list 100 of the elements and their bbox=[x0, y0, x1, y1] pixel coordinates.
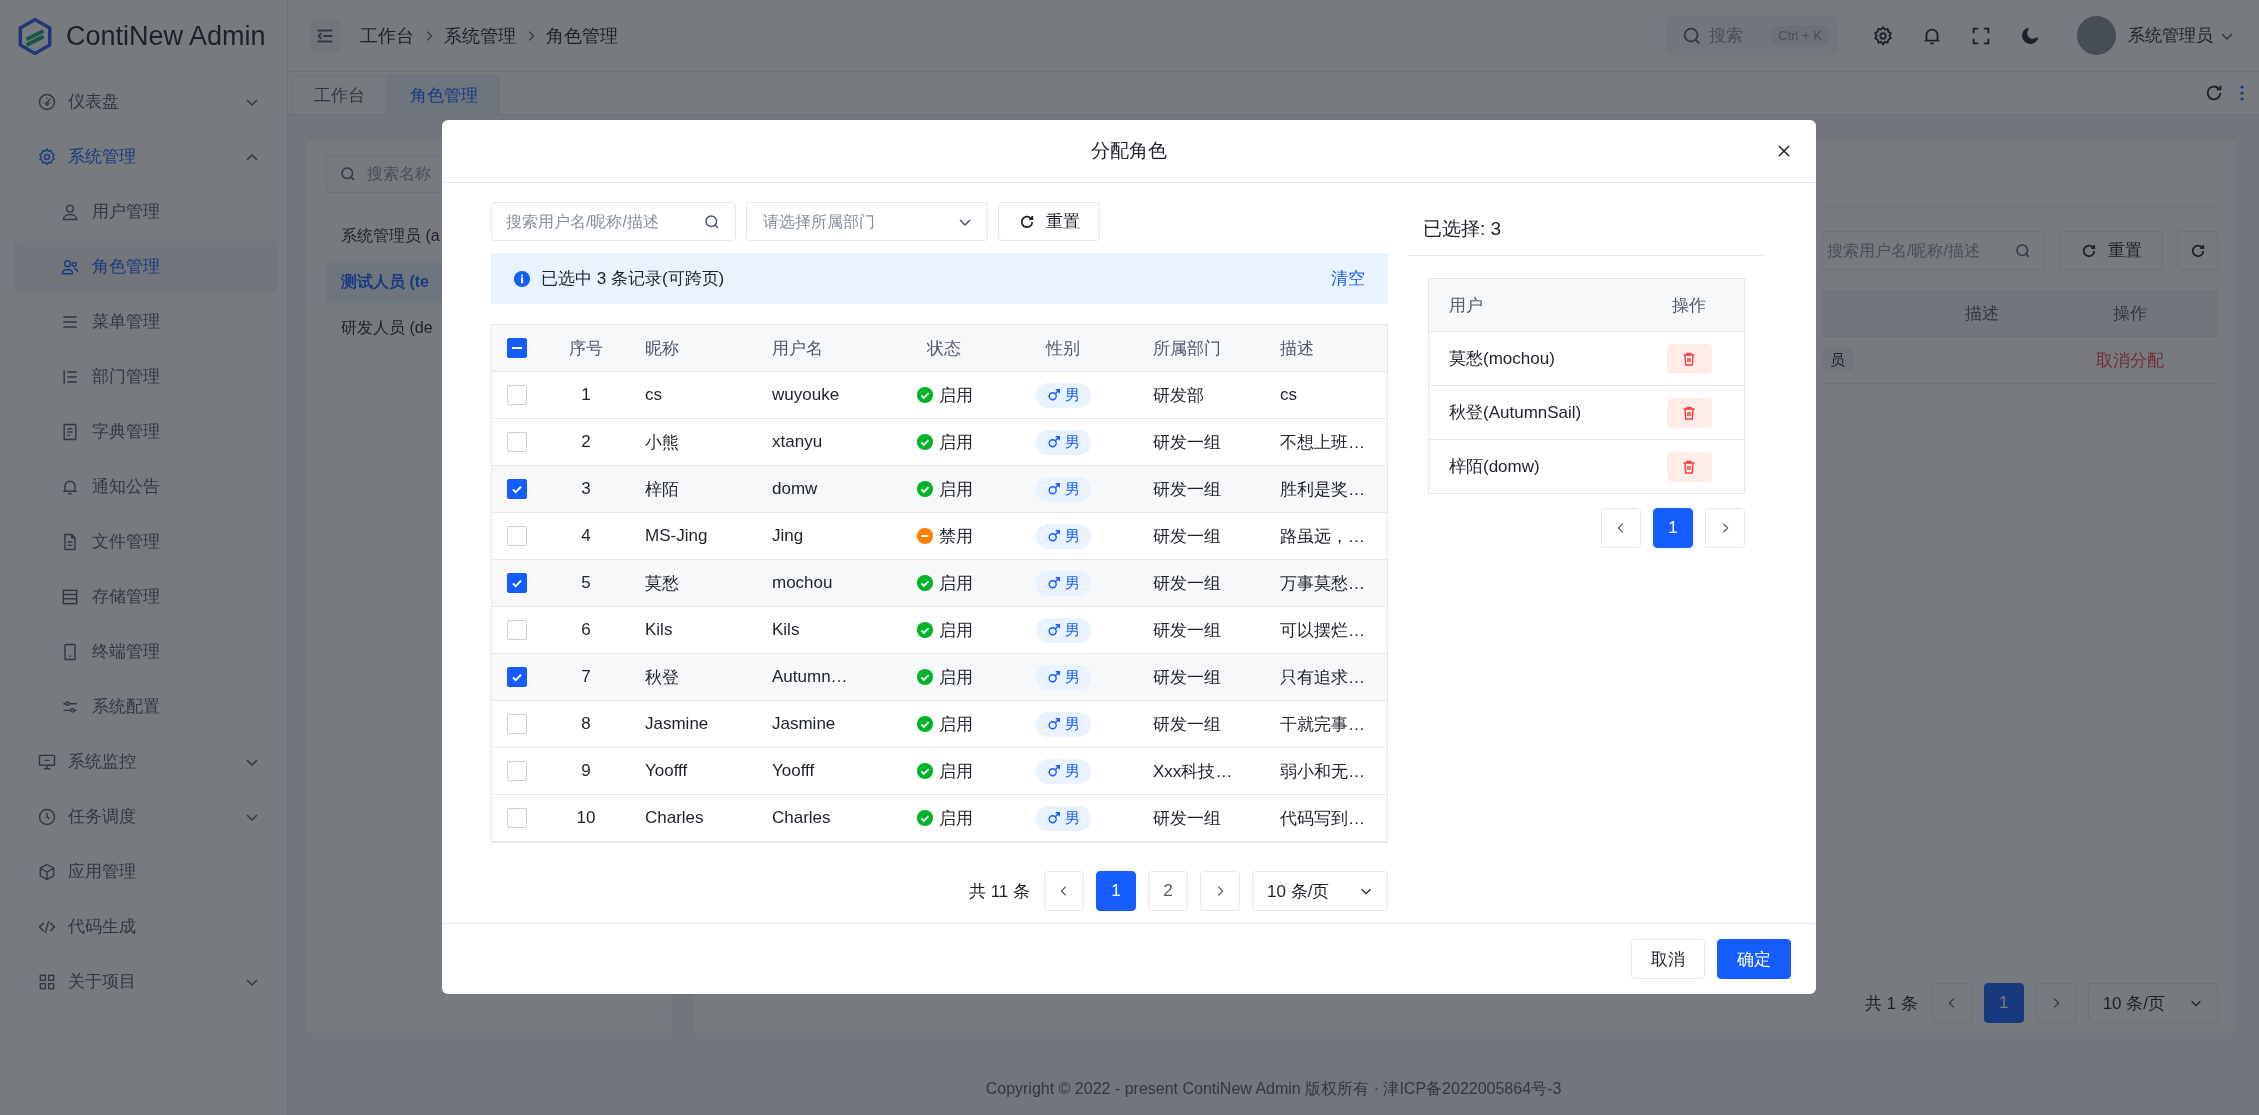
breadcrumb-item[interactable]: 系统管理 bbox=[444, 23, 516, 48]
check-circle-icon bbox=[915, 715, 934, 733]
table-cell-text: 8 bbox=[580, 714, 592, 734]
page-button[interactable]: 1 bbox=[1096, 871, 1136, 911]
table-row[interactable]: 9 Yoofff Yoofff 启用 男 Xxx科技… 弱小和无… bbox=[492, 748, 1387, 795]
total-count: 共 11 条 bbox=[968, 880, 1030, 903]
page-size-select[interactable]: 10 条/页 bbox=[1252, 871, 1388, 911]
table-cell-text: wuyouke bbox=[771, 385, 841, 405]
column-header: 用户名 bbox=[771, 337, 824, 360]
table-row[interactable]: 7 秋登 Autumn… 启用 男 研发一组 只有追求… bbox=[492, 654, 1387, 701]
table-cell-text: domw bbox=[771, 479, 819, 499]
search-field[interactable]: 搜索用户名/昵称/描述 bbox=[491, 202, 736, 241]
table-row[interactable]: 8 Jasmine Jasmine 启用 男 研发一组 干就完事… bbox=[492, 701, 1387, 748]
row-checkbox[interactable] bbox=[506, 667, 527, 687]
menu-item[interactable]: 存储管理 bbox=[14, 571, 277, 622]
department-select[interactable]: 请选择所属部门 bbox=[746, 202, 988, 241]
page-button[interactable]: 2 bbox=[1148, 871, 1188, 911]
cube-icon bbox=[37, 861, 57, 882]
table-row[interactable]: 10 Charles Charles 启用 男 研发一组 代码写到… bbox=[492, 795, 1387, 841]
settings-icon[interactable] bbox=[1872, 24, 1894, 47]
menu-item[interactable]: 系统监控 bbox=[14, 736, 277, 787]
collapse-button[interactable] bbox=[310, 18, 340, 53]
menu-item[interactable]: 代码生成 bbox=[14, 901, 277, 952]
status-label: 启用 bbox=[938, 619, 973, 642]
reset-button[interactable]: 重置 bbox=[998, 202, 1100, 241]
menu-item[interactable]: 系统配置 bbox=[14, 681, 277, 732]
refresh-button[interactable] bbox=[2177, 231, 2218, 270]
male-icon bbox=[1046, 811, 1061, 825]
unassign-link[interactable]: 取消分配 bbox=[2096, 350, 2164, 370]
table-cell-text: 7 bbox=[580, 667, 592, 687]
table-cell-text: 研发一组 bbox=[1152, 619, 1222, 642]
status-label: 启用 bbox=[938, 478, 973, 501]
row-checkbox[interactable] bbox=[506, 479, 527, 499]
check-circle-icon bbox=[915, 386, 934, 404]
table-cell-text: 秋登 bbox=[644, 666, 680, 689]
confirm-button[interactable]: 确定 bbox=[1717, 939, 1791, 979]
select-all-checkbox[interactable] bbox=[506, 338, 527, 358]
table-cell-text: 莫愁 bbox=[644, 572, 680, 595]
avatar[interactable] bbox=[2077, 16, 2116, 55]
menu-item[interactable]: 仪表盘 bbox=[14, 76, 277, 127]
gender-label: 男 bbox=[1064, 761, 1080, 781]
status-label: 启用 bbox=[938, 572, 973, 595]
table-cell-text: Xxx科技… bbox=[1152, 760, 1234, 783]
menu-item[interactable]: 字典管理 bbox=[14, 406, 277, 457]
column-header: 状态 bbox=[926, 337, 962, 360]
cancel-button[interactable]: 取消 bbox=[1631, 939, 1705, 979]
more-icon[interactable] bbox=[2239, 83, 2245, 103]
trash-icon bbox=[1681, 350, 1697, 367]
menu-item[interactable]: 关于项目 bbox=[14, 956, 277, 1007]
gender-label: 男 bbox=[1064, 667, 1080, 687]
gender-label: 男 bbox=[1064, 808, 1080, 828]
table-cell-text: 干就完事… bbox=[1279, 713, 1366, 736]
table-cell-text: 梓陌 bbox=[644, 478, 680, 501]
table-row[interactable]: 1 cs wuyouke 启用 男 研发部 cs bbox=[492, 372, 1387, 419]
table-cell-text: Yoofff bbox=[771, 761, 816, 781]
menu-item[interactable]: 角色管理 bbox=[14, 241, 277, 292]
reset-button[interactable]: 重置 bbox=[2059, 231, 2164, 270]
column-header: 操作 bbox=[1671, 294, 1707, 317]
page-button[interactable]: 1 bbox=[1983, 983, 2024, 1023]
menu-item[interactable]: 通知公告 bbox=[14, 461, 277, 512]
menu-item[interactable]: 任务调度 bbox=[14, 791, 277, 842]
search-icon bbox=[339, 165, 357, 183]
app-name: ContiNew Admin bbox=[66, 20, 266, 52]
table-cell-text: cs bbox=[644, 385, 663, 405]
delete-button[interactable] bbox=[1666, 451, 1712, 482]
table-cell-text: 弱小和无… bbox=[1279, 760, 1366, 783]
table-cell-text: 研发一组 bbox=[1152, 807, 1222, 830]
gear-icon bbox=[37, 146, 57, 167]
column-header: 所属部门 bbox=[1152, 337, 1222, 360]
tab[interactable]: 角色管理 bbox=[388, 75, 500, 114]
breadcrumb-item[interactable]: 工作台 bbox=[360, 23, 414, 48]
clear-link[interactable]: 清空 bbox=[1331, 267, 1365, 290]
menu-item[interactable]: 终端管理 bbox=[14, 626, 277, 677]
menu-item[interactable]: 文件管理 bbox=[14, 516, 277, 567]
table-cell-text: 万事莫愁… bbox=[1279, 572, 1366, 595]
table-row[interactable]: 3 梓陌 domw 启用 男 研发一组 胜利是奖… bbox=[492, 466, 1387, 513]
menu-item[interactable]: 应用管理 bbox=[14, 846, 277, 897]
row-checkbox[interactable] bbox=[506, 573, 527, 593]
table-cell-text: 只有追求… bbox=[1279, 666, 1366, 689]
delete-button[interactable] bbox=[1666, 343, 1712, 374]
column-header: 性别 bbox=[1044, 337, 1081, 360]
page-button[interactable]: 1 bbox=[1653, 508, 1693, 548]
table-cell-text: 3 bbox=[580, 479, 592, 499]
table-cell-text: 研发部 bbox=[1152, 384, 1205, 407]
search-input[interactable]: 搜索用户名/昵称/描述 bbox=[506, 212, 703, 231]
menu-item[interactable]: 部门管理 bbox=[14, 351, 277, 402]
alert-message: 已选中 3 条记录(可跨页) bbox=[541, 268, 725, 290]
delete-button[interactable] bbox=[1666, 397, 1712, 428]
table-row[interactable]: 5 莫愁 mochou 启用 男 研发一组 万事莫愁… bbox=[492, 560, 1387, 607]
menu-item[interactable]: 菜单管理 bbox=[14, 296, 277, 347]
page-size-select[interactable]: 10 条/页 bbox=[2087, 983, 2218, 1023]
info-icon bbox=[513, 269, 531, 288]
menu-item[interactable]: 用户管理 bbox=[14, 186, 277, 237]
tab[interactable]: 工作台 bbox=[292, 75, 387, 114]
role-tag: 员 bbox=[1822, 348, 1853, 371]
select-input[interactable]: 请选择所属部门 bbox=[763, 212, 957, 231]
menu-item[interactable]: 系统管理 bbox=[14, 131, 277, 182]
user-name[interactable]: 系统管理员 bbox=[2128, 24, 2213, 47]
table-cell-text: 研发一组 bbox=[1152, 666, 1222, 689]
table-cell-text: Kils bbox=[644, 620, 674, 640]
